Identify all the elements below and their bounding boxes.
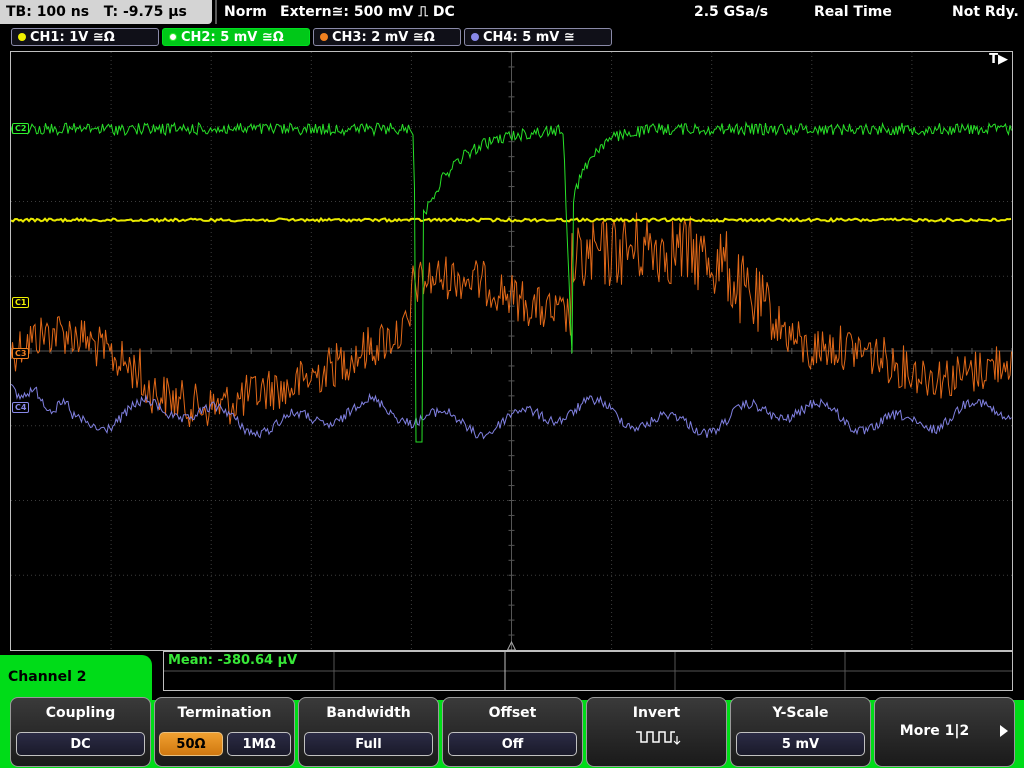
more-softkey[interactable]: More 1|2 [874, 697, 1015, 767]
waveform-plot [11, 52, 1012, 650]
divider [215, 0, 217, 24]
y-scale-softkey[interactable]: Y-Scale 5 mV [730, 697, 871, 767]
channel-1-tab[interactable]: CH1: 1V ≅Ω [11, 28, 159, 46]
timebase: TB: 100 ns [6, 4, 90, 20]
channel-2-tab[interactable]: CH2: 5 mV ≅Ω [162, 28, 310, 46]
offset-title: Offset [488, 705, 537, 721]
sample-rate: 2.5 GSa/s [694, 4, 769, 20]
channel-3-tab[interactable]: CH3: 2 mV ≅Ω [313, 28, 461, 46]
offset-value[interactable]: Off [448, 732, 577, 756]
acquisition-status: Not Rdy. [952, 4, 1019, 20]
acquisition-mode: Real Time [814, 4, 892, 20]
channel-4-label: CH4: 5 mV ≅ [483, 30, 575, 45]
termination-softkey[interactable]: Termination 50Ω 1MΩ [154, 697, 295, 767]
invert-softkey[interactable]: Invert [586, 697, 727, 767]
channel-2-label: CH2: 5 mV ≅Ω [181, 30, 284, 45]
channel-1-offset-marker[interactable]: C1 [12, 297, 30, 308]
offset-softkey[interactable]: Offset Off [442, 697, 583, 767]
invert-title: Invert [632, 705, 681, 721]
menu-title: Channel 2 [0, 655, 152, 700]
channel-4-tab[interactable]: CH4: 5 mV ≅ [464, 28, 612, 46]
channel-4-offset-marker[interactable]: C4 [12, 402, 30, 413]
termination-title: Termination [177, 705, 272, 721]
y-scale-value[interactable]: 5 mV [736, 732, 865, 756]
bandwidth-title: Bandwidth [326, 705, 411, 721]
channel-3-label: CH3: 2 mV ≅Ω [332, 30, 435, 45]
coupling-title: Coupling [45, 705, 116, 721]
termination-50-ohm-option[interactable]: 50Ω [159, 732, 223, 756]
inverted-square-wave-icon [636, 731, 681, 745]
coupling-softkey[interactable]: Coupling DC [10, 697, 151, 767]
channel-4-dot-icon [471, 33, 479, 41]
coupling-value[interactable]: DC [16, 732, 145, 756]
trigger-time: T: -9.75 µs [103, 4, 187, 20]
bandwidth-softkey[interactable]: Bandwidth Full [298, 697, 439, 767]
bandwidth-value[interactable]: Full [304, 732, 433, 756]
channel-1-dot-icon [18, 33, 26, 41]
menu-title-text: Channel 2 [8, 669, 87, 685]
right-arrow-icon [1000, 725, 1008, 737]
y-scale-title: Y-Scale [772, 705, 829, 721]
trigger-source[interactable]: Extern≅: 500 mV ⎍ DC [280, 0, 455, 24]
timebase-display[interactable]: TB: 100 ns T: -9.75 µs [0, 0, 212, 24]
more-title: More 1|2 [899, 723, 970, 739]
channel-1-label: CH1: 1V ≅Ω [30, 30, 115, 45]
waveform-display[interactable]: T▶ [10, 51, 1013, 651]
termination-1m-ohm-option[interactable]: 1MΩ [227, 732, 291, 756]
channel-2-offset-marker[interactable]: C2 [12, 123, 30, 134]
channel-3-offset-marker[interactable]: C3 [12, 348, 30, 359]
mean-measurement: Mean: -380.64 µV [168, 653, 298, 668]
channel-3-dot-icon [320, 33, 328, 41]
trigger-position-marker: T▶ [989, 52, 1008, 67]
trigger-mode[interactable]: Norm [224, 0, 267, 24]
channel-2-dot-icon [169, 33, 177, 41]
